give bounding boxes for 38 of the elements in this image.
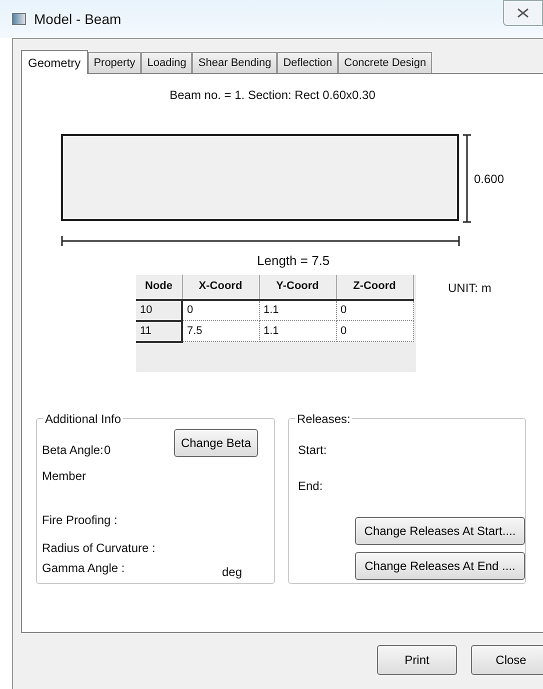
- height-label: 0.600: [474, 170, 504, 188]
- change-releases-button[interactable]: Change Releases At Start....: [355, 516, 525, 544]
- column-header: X-Coord: [182, 274, 259, 300]
- member-label: Member: [42, 468, 88, 484]
- column-header: Z-Coord: [336, 274, 413, 300]
- tab[interactable]: Concrete Design: [338, 52, 432, 73]
- print-button[interactable]: Print: [377, 645, 457, 675]
- table-cell: 10: [136, 300, 182, 320]
- column-header: Node: [136, 274, 182, 300]
- fire-proofing-label: Fire Proofing :: [42, 512, 118, 528]
- table-cell: 11: [136, 320, 182, 342]
- tab[interactable]: Shear Bending: [192, 52, 278, 73]
- close-icon[interactable]: [503, 0, 543, 26]
- table-cell: 1.1: [259, 300, 336, 320]
- start-label: Start:: [298, 442, 328, 458]
- table-cell: 0: [336, 300, 413, 320]
- tab[interactable]: Loading: [141, 52, 192, 73]
- length-label: Length = 7.5: [257, 252, 331, 270]
- table-cell: 1.1: [259, 320, 336, 342]
- window-title: Model - Beam: [34, 10, 122, 28]
- change-releases-button[interactable]: Change Releases At End ....: [355, 552, 525, 580]
- tab[interactable]: Geometry: [21, 50, 88, 74]
- gamma-angle-label: Gamma Angle :: [42, 560, 126, 576]
- column-header: Y-Coord: [259, 274, 336, 300]
- close-button[interactable]: Close: [471, 645, 543, 675]
- beta-angle-label: Beta Angle:: [42, 442, 104, 458]
- tab[interactable]: Deflection: [277, 52, 338, 73]
- tab[interactable]: Property: [88, 52, 142, 73]
- end-label: End:: [298, 478, 324, 494]
- beta-angle-value: 0: [104, 442, 111, 458]
- table-cell: 7.5: [182, 320, 259, 342]
- window-icon: [12, 13, 26, 25]
- table-cell: 0: [336, 320, 413, 342]
- beam-info-text: Beam no. = 1. Section: Rect 0.60x0.30: [170, 87, 376, 104]
- change-beta-button[interactable]: Change Beta: [174, 428, 258, 456]
- unit-label: deg: [222, 564, 242, 580]
- radius-label: Radius of Curvature :: [42, 540, 156, 556]
- unit-label: UNIT: m: [448, 280, 492, 296]
